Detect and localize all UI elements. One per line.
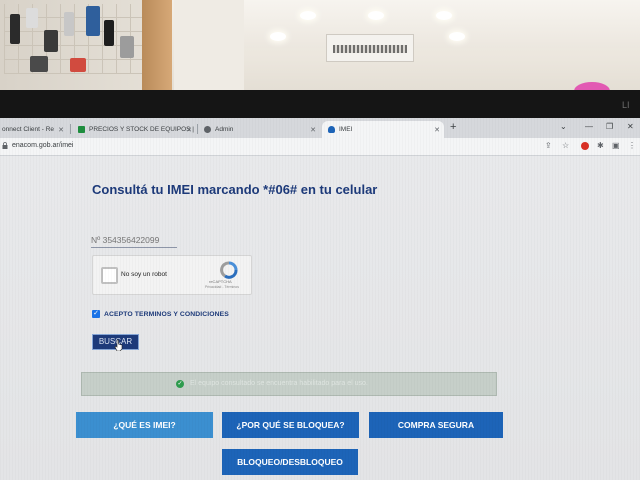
store-background-photo [0,0,640,100]
recaptcha-terms[interactable]: Privacidad - Términos [205,285,239,289]
ceiling-light [300,11,316,20]
page-title: Consultá tu IMEI marcando *#06# en tu ce… [92,182,378,197]
recaptcha-label: No soy un robot [121,271,167,278]
side-panel-icon[interactable]: ▣ [612,141,620,150]
status-message-bar: ✓ El equipo consultado se encuentra habi… [81,372,497,396]
new-tab-button[interactable]: + [450,121,456,133]
tab-label: IMEI [339,126,353,133]
imei-input[interactable] [91,234,177,248]
close-tab-icon[interactable]: ✕ [186,126,192,134]
minimize-icon[interactable]: — [585,122,593,131]
tab-connect-client[interactable]: onnect Client - Re ✕ [0,121,68,138]
globe-icon [204,126,211,133]
lock-icon[interactable] [2,142,8,149]
status-message: El equipo consultado se encuentra habili… [190,380,368,387]
ceiling [200,0,640,48]
close-tab-icon[interactable]: ✕ [310,126,316,134]
tab-precios-stock[interactable]: PRECIOS Y STOCK DE EQUIPOS | ✕ [72,121,196,138]
tab-label: onnect Client - Re [2,126,55,133]
maximize-icon[interactable]: ❐ [606,122,613,131]
recaptcha-checkbox[interactable] [101,267,118,284]
tab-divider [70,124,71,134]
monitor-brand: LI [622,100,630,110]
url-text[interactable]: enacom.gob.ar/imei [12,142,73,149]
tab-search-icon[interactable]: ⌄ [560,122,567,131]
more-menu-icon[interactable]: ⋮ [628,141,636,150]
share-icon[interactable]: ⇪ [545,141,552,150]
recaptcha-widget: No soy un robot reCAPTCHA Privacidad - T… [92,255,252,295]
terms-label[interactable]: ACEPTO TERMINOS Y CONDICIONES [104,311,229,318]
air-conditioner [326,34,414,62]
why-blocked-button[interactable]: ¿POR QUÉ SE BLOQUEA? [222,412,359,438]
tab-admin[interactable]: Admin ✕ [198,121,320,138]
adblock-extension-icon[interactable] [581,142,589,150]
wall-panel [174,0,244,100]
close-tab-icon[interactable]: ✕ [434,126,440,134]
recaptcha-logo-icon [220,261,238,279]
ceiling-light [270,32,286,41]
what-is-imei-button[interactable]: ¿QUÉ ES IMEI? [76,412,213,438]
ceiling-light [449,32,465,41]
block-unblock-button[interactable]: BLOQUEO/DESBLOQUEO [222,449,358,475]
hand-cursor-icon [114,339,123,351]
recaptcha-brand: reCAPTCHA [209,279,232,284]
address-bar[interactable]: enacom.gob.ar/imei ⇪ ☆ ✱ ▣ ⋮ [0,138,640,156]
tab-label: Admin [215,126,234,133]
wood-pillar [142,0,172,100]
close-tab-icon[interactable]: ✕ [58,126,64,134]
sheets-icon [78,126,85,133]
tab-imei[interactable]: IMEI ✕ [322,121,444,138]
bookmark-star-icon[interactable]: ☆ [562,141,569,150]
ceiling-light [368,11,384,20]
terms-row[interactable]: ✓ ACEPTO TERMINOS Y CONDICIONES [92,310,229,318]
terms-checkbox[interactable]: ✓ [92,310,100,318]
check-circle-icon: ✓ [176,380,184,388]
browser-window: onnect Client - Re ✕ PRECIOS Y STOCK DE … [0,118,640,480]
ceiling-light [436,11,452,20]
tab-strip: onnect Client - Re ✕ PRECIOS Y STOCK DE … [0,118,640,138]
close-window-icon[interactable]: ✕ [627,122,634,131]
safe-purchase-button[interactable]: COMPRA SEGURA [369,412,503,438]
tab-label: PRECIOS Y STOCK DE EQUIPOS | [89,126,194,133]
extensions-icon[interactable]: ✱ [597,141,604,150]
enacom-icon [328,126,335,133]
